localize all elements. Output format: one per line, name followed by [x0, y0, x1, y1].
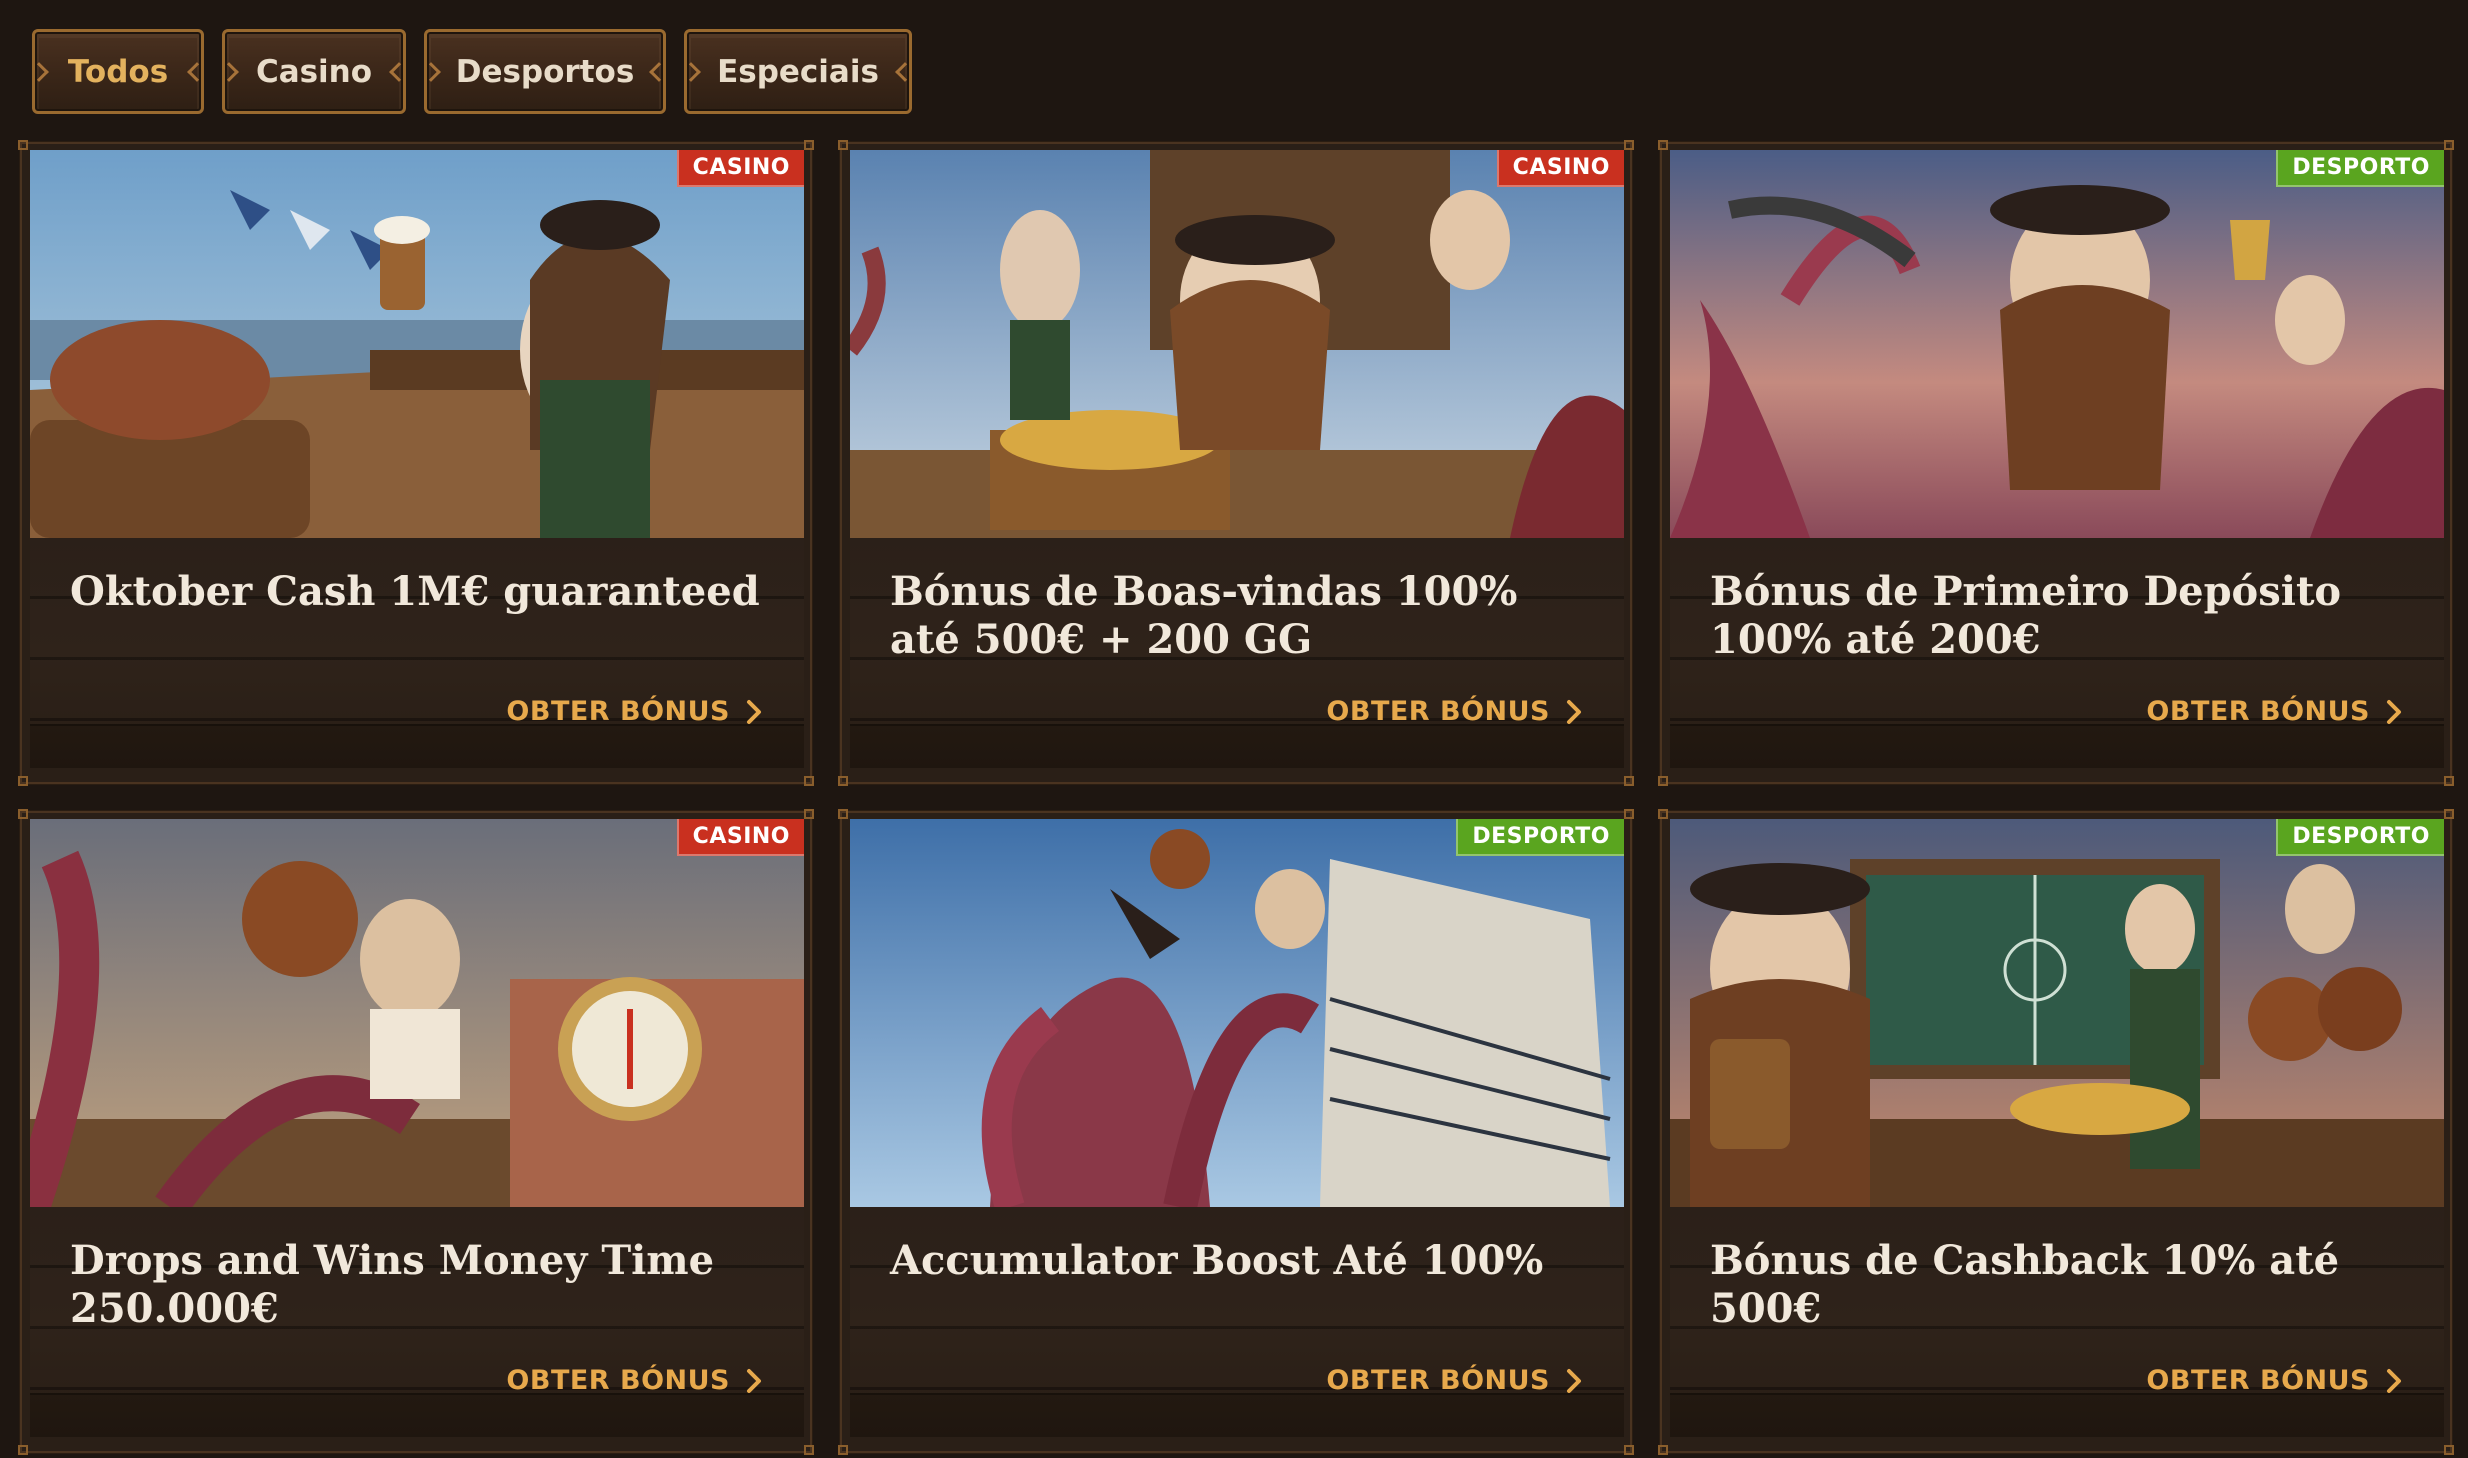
tab-notch-right	[389, 61, 409, 82]
promo-card[interactable]: CASINO Oktober Cash 1M€ guaranteed OBTER…	[18, 140, 814, 786]
promo-body: Accumulator Boost Até 100% OBTER BÓNUS	[850, 1207, 1624, 1437]
tab-notch-left	[681, 61, 701, 82]
category-badge: CASINO	[676, 819, 804, 856]
card-corner	[1658, 140, 1668, 150]
cta-label: OBTER BÓNUS	[2146, 1365, 2370, 1396]
card-corner	[804, 809, 814, 819]
tab-notch-right	[895, 61, 915, 82]
get-bonus-button[interactable]: OBTER BÓNUS	[1326, 1365, 1584, 1396]
cta-label: OBTER BÓNUS	[1326, 1365, 1550, 1396]
promo-body: Bónus de Cashback 10% até 500€ OBTER BÓN…	[1670, 1207, 2444, 1437]
chevron-right-icon	[1564, 1367, 1584, 1395]
promo-card[interactable]: CASINO Bónus de Boas-vindas 100% até 500…	[838, 140, 1634, 786]
get-bonus-button[interactable]: OBTER BÓNUS	[1326, 696, 1584, 727]
tab-notch-left	[219, 61, 239, 82]
cta-label: OBTER BÓNUS	[506, 1365, 730, 1396]
card-corner	[18, 776, 28, 786]
promo-image[interactable]: DESPORTO	[1670, 819, 2444, 1207]
category-badge: CASINO	[1496, 150, 1624, 187]
chevron-right-icon	[2384, 698, 2404, 726]
promo-title: Bónus de Boas-vindas 100% até 500€ + 200…	[890, 568, 1518, 663]
get-bonus-button[interactable]: OBTER BÓNUS	[506, 1365, 764, 1396]
tab-label: Casino	[255, 53, 373, 90]
cta-label: OBTER BÓNUS	[1326, 696, 1550, 727]
get-bonus-button[interactable]: OBTER BÓNUS	[506, 696, 764, 727]
card-corner	[838, 809, 848, 819]
promo-title: Accumulator Boost Até 100%	[890, 1237, 1544, 1284]
card-corner	[2444, 809, 2454, 819]
card-corner	[838, 140, 848, 150]
card-corner	[1624, 140, 1634, 150]
chevron-right-icon	[744, 1367, 764, 1395]
tab-label: Especiais	[717, 53, 879, 90]
promo-body: Bónus de Boas-vindas 100% até 500€ + 200…	[850, 538, 1624, 768]
card-corner	[1624, 776, 1634, 786]
chevron-right-icon	[2384, 1367, 2404, 1395]
card-corner	[1624, 809, 1634, 819]
tab-notch-left	[421, 61, 441, 82]
category-badge: CASINO	[676, 150, 804, 187]
card-corner	[18, 140, 28, 150]
card-corner	[1658, 809, 1668, 819]
card-corner	[1658, 1445, 1668, 1455]
cta-label: OBTER BÓNUS	[506, 696, 730, 727]
promo-body: Drops and Wins Money Time 250.000€ OBTER…	[30, 1207, 804, 1437]
promo-card[interactable]: DESPORTO Bónus de Primeiro Depósito 100%…	[1658, 140, 2454, 786]
promo-title: Bónus de Cashback 10% até 500€	[1710, 1237, 2340, 1332]
tab-label: Desportos	[455, 53, 635, 90]
card-corner	[18, 809, 28, 819]
card-corner	[804, 1445, 814, 1455]
promo-body: Bónus de Primeiro Depósito 100% até 200€…	[1670, 538, 2444, 768]
promotions-page: Todos Casino Desportos Especiais CASINO …	[0, 0, 2468, 1458]
card-corner	[2444, 1445, 2454, 1455]
tab-especiais[interactable]: Especiais	[681, 29, 915, 114]
promo-image[interactable]: DESPORTO	[850, 819, 1624, 1207]
promo-title: Drops and Wins Money Time 250.000€	[70, 1237, 715, 1332]
tab-notch-right	[187, 61, 207, 82]
tab-casino[interactable]: Casino	[219, 29, 409, 114]
promotions-grid: CASINO Oktober Cash 1M€ guaranteed OBTER…	[18, 140, 2454, 1455]
promo-title: Bónus de Primeiro Depósito 100% até 200€	[1710, 568, 2342, 663]
tab-notch-left	[29, 61, 49, 82]
card-corner	[804, 140, 814, 150]
promo-card[interactable]: DESPORTO Accumulator Boost Até 100% OBTE…	[838, 809, 1634, 1455]
tab-label: Todos	[67, 53, 169, 90]
category-badge: DESPORTO	[1456, 819, 1624, 856]
promo-image[interactable]: CASINO	[30, 150, 804, 538]
tab-desportos[interactable]: Desportos	[421, 29, 669, 114]
card-corner	[18, 1445, 28, 1455]
card-corner	[1658, 776, 1668, 786]
promo-card[interactable]: CASINO Drops and Wins Money Time 250.000…	[18, 809, 814, 1455]
promo-image[interactable]: DESPORTO	[1670, 150, 2444, 538]
card-corner	[2444, 140, 2454, 150]
chevron-right-icon	[1564, 698, 1584, 726]
promo-image[interactable]: CASINO	[850, 150, 1624, 538]
category-badge: DESPORTO	[2276, 819, 2444, 856]
cta-label: OBTER BÓNUS	[2146, 696, 2370, 727]
card-corner	[838, 776, 848, 786]
promo-title: Oktober Cash 1M€ guaranteed	[70, 568, 760, 615]
filter-tabs: Todos Casino Desportos Especiais	[29, 29, 915, 114]
promo-image[interactable]: CASINO	[30, 819, 804, 1207]
card-corner	[838, 1445, 848, 1455]
chevron-right-icon	[744, 698, 764, 726]
get-bonus-button[interactable]: OBTER BÓNUS	[2146, 696, 2404, 727]
tab-todos[interactable]: Todos	[29, 29, 207, 114]
promo-body: Oktober Cash 1M€ guaranteed OBTER BÓNUS	[30, 538, 804, 768]
card-corner	[1624, 1445, 1634, 1455]
category-badge: DESPORTO	[2276, 150, 2444, 187]
tab-notch-right	[649, 61, 669, 82]
card-corner	[2444, 776, 2454, 786]
promo-card[interactable]: DESPORTO Bónus de Cashback 10% até 500€ …	[1658, 809, 2454, 1455]
card-corner	[804, 776, 814, 786]
get-bonus-button[interactable]: OBTER BÓNUS	[2146, 1365, 2404, 1396]
